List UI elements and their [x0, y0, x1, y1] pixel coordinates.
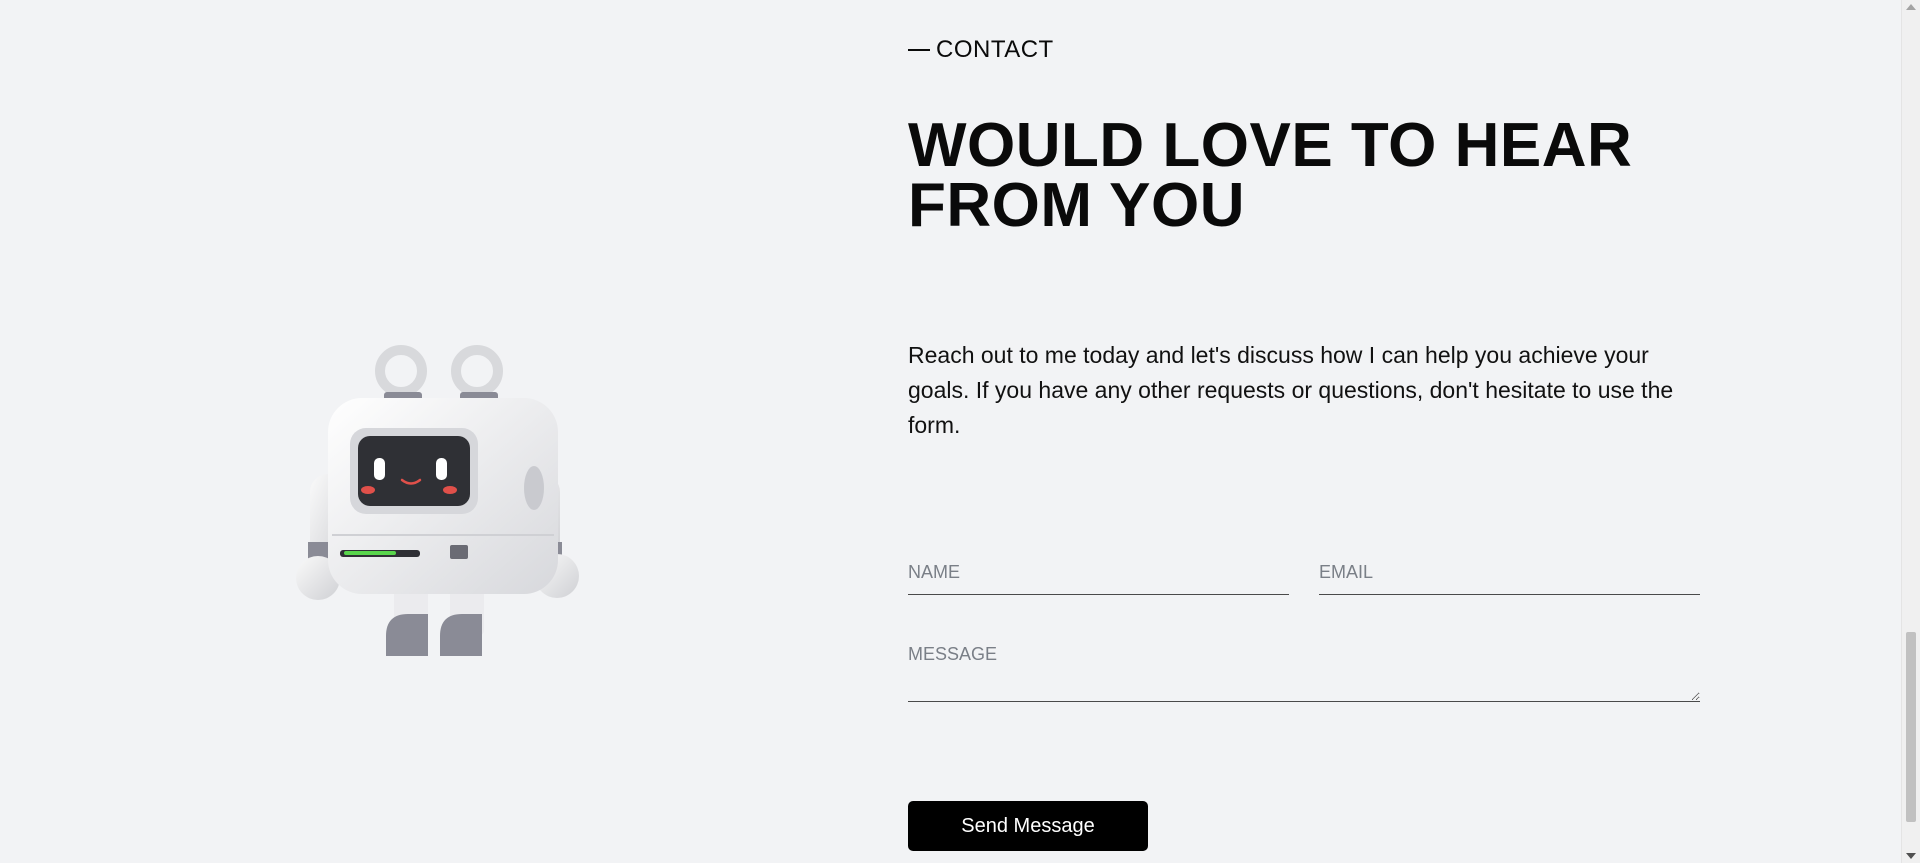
robot-illustration [290, 340, 590, 660]
name-field[interactable] [908, 551, 1289, 595]
scroll-down-arrow-icon[interactable] [1906, 853, 1916, 859]
email-field[interactable] [1319, 551, 1700, 595]
antenna-right-icon [451, 345, 503, 402]
dash-icon [908, 49, 930, 51]
scroll-thumb[interactable] [1906, 632, 1916, 822]
robot-mascot-icon [296, 345, 579, 656]
scroll-up-arrow-icon[interactable] [1906, 4, 1916, 10]
message-field[interactable] [908, 638, 1700, 702]
eyebrow-label: CONTACT [936, 36, 1054, 63]
contact-page: CONTACT WOULD LOVE TO HEAR FROM YOU Reac… [0, 0, 1920, 863]
page-title: WOULD LOVE TO HEAR FROM YOU [908, 111, 1633, 240]
send-message-button[interactable]: Send Message [908, 801, 1148, 851]
vertical-scrollbar[interactable] [1901, 0, 1920, 863]
intro-text: Reach out to me today and let's discuss … [908, 342, 1674, 438]
section-eyebrow: CONTACT [908, 36, 1054, 64]
antenna-left-icon [375, 345, 427, 402]
